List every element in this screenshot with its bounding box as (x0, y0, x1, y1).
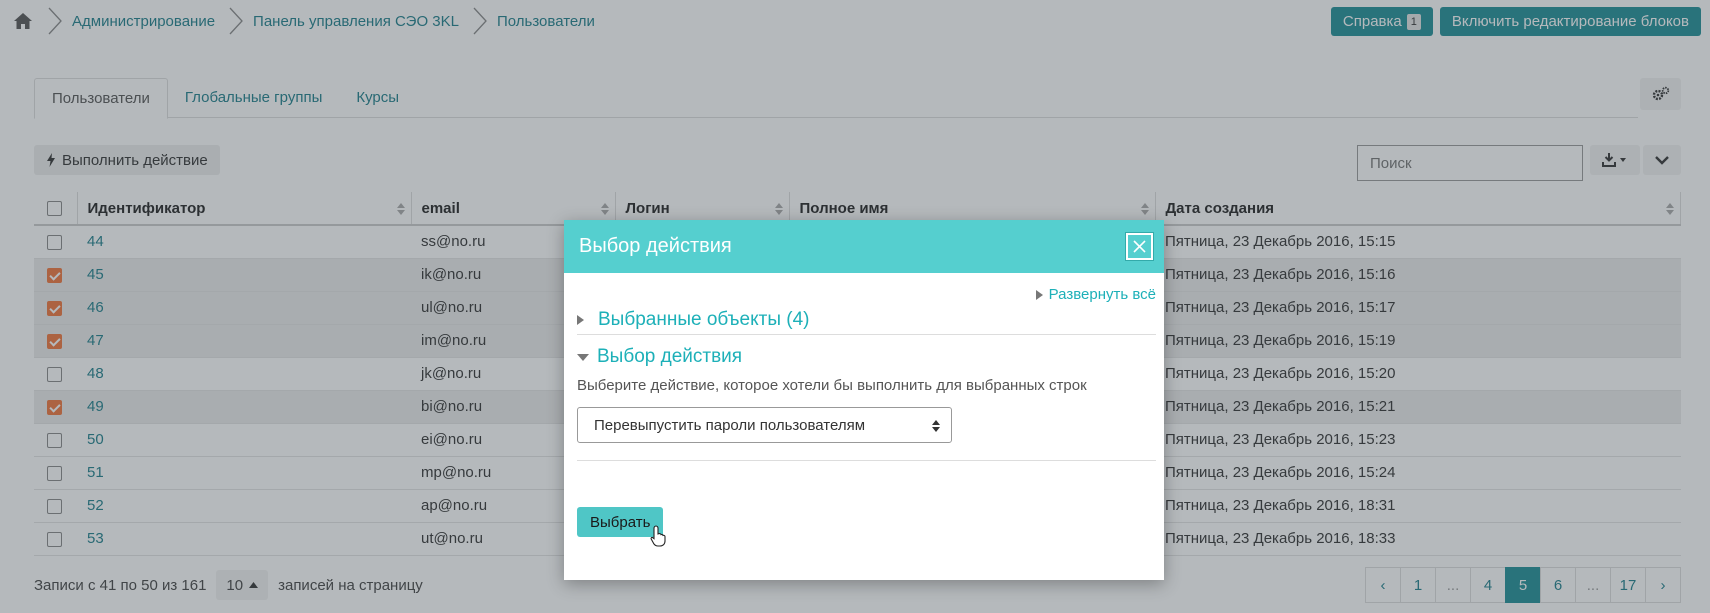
action-select-value: Перевыпустить пароли пользователям (594, 416, 866, 434)
action-dialog: Выбор действия Развернуть всё Выбранные … (564, 220, 1164, 580)
section-action-choice[interactable]: Выбор действия (577, 342, 1156, 372)
expand-all-link[interactable]: Развернуть всё (1035, 286, 1156, 303)
action-select[interactable]: Перевыпустить пароли пользователям (577, 407, 952, 443)
section-action-label: Выбор действия (597, 346, 743, 367)
close-icon (1133, 240, 1146, 253)
dialog-header: Выбор действия (564, 220, 1164, 273)
caret-right-icon (577, 314, 584, 325)
divider (577, 460, 1156, 461)
expand-all-label: Развернуть всё (1048, 286, 1156, 303)
caret-down-icon (577, 353, 589, 361)
close-button[interactable] (1125, 232, 1154, 261)
section-selected-label: Выбранные объекты (4) (598, 308, 810, 330)
hand-cursor-icon (650, 525, 666, 547)
select-arrows-icon (932, 420, 940, 432)
section-selected-objects[interactable]: Выбранные объекты (4) (577, 305, 1156, 335)
caret-right-icon (1035, 289, 1043, 300)
action-hint: Выберите действие, которое хотели бы вып… (577, 377, 1087, 394)
dialog-title: Выбор действия (579, 235, 732, 257)
